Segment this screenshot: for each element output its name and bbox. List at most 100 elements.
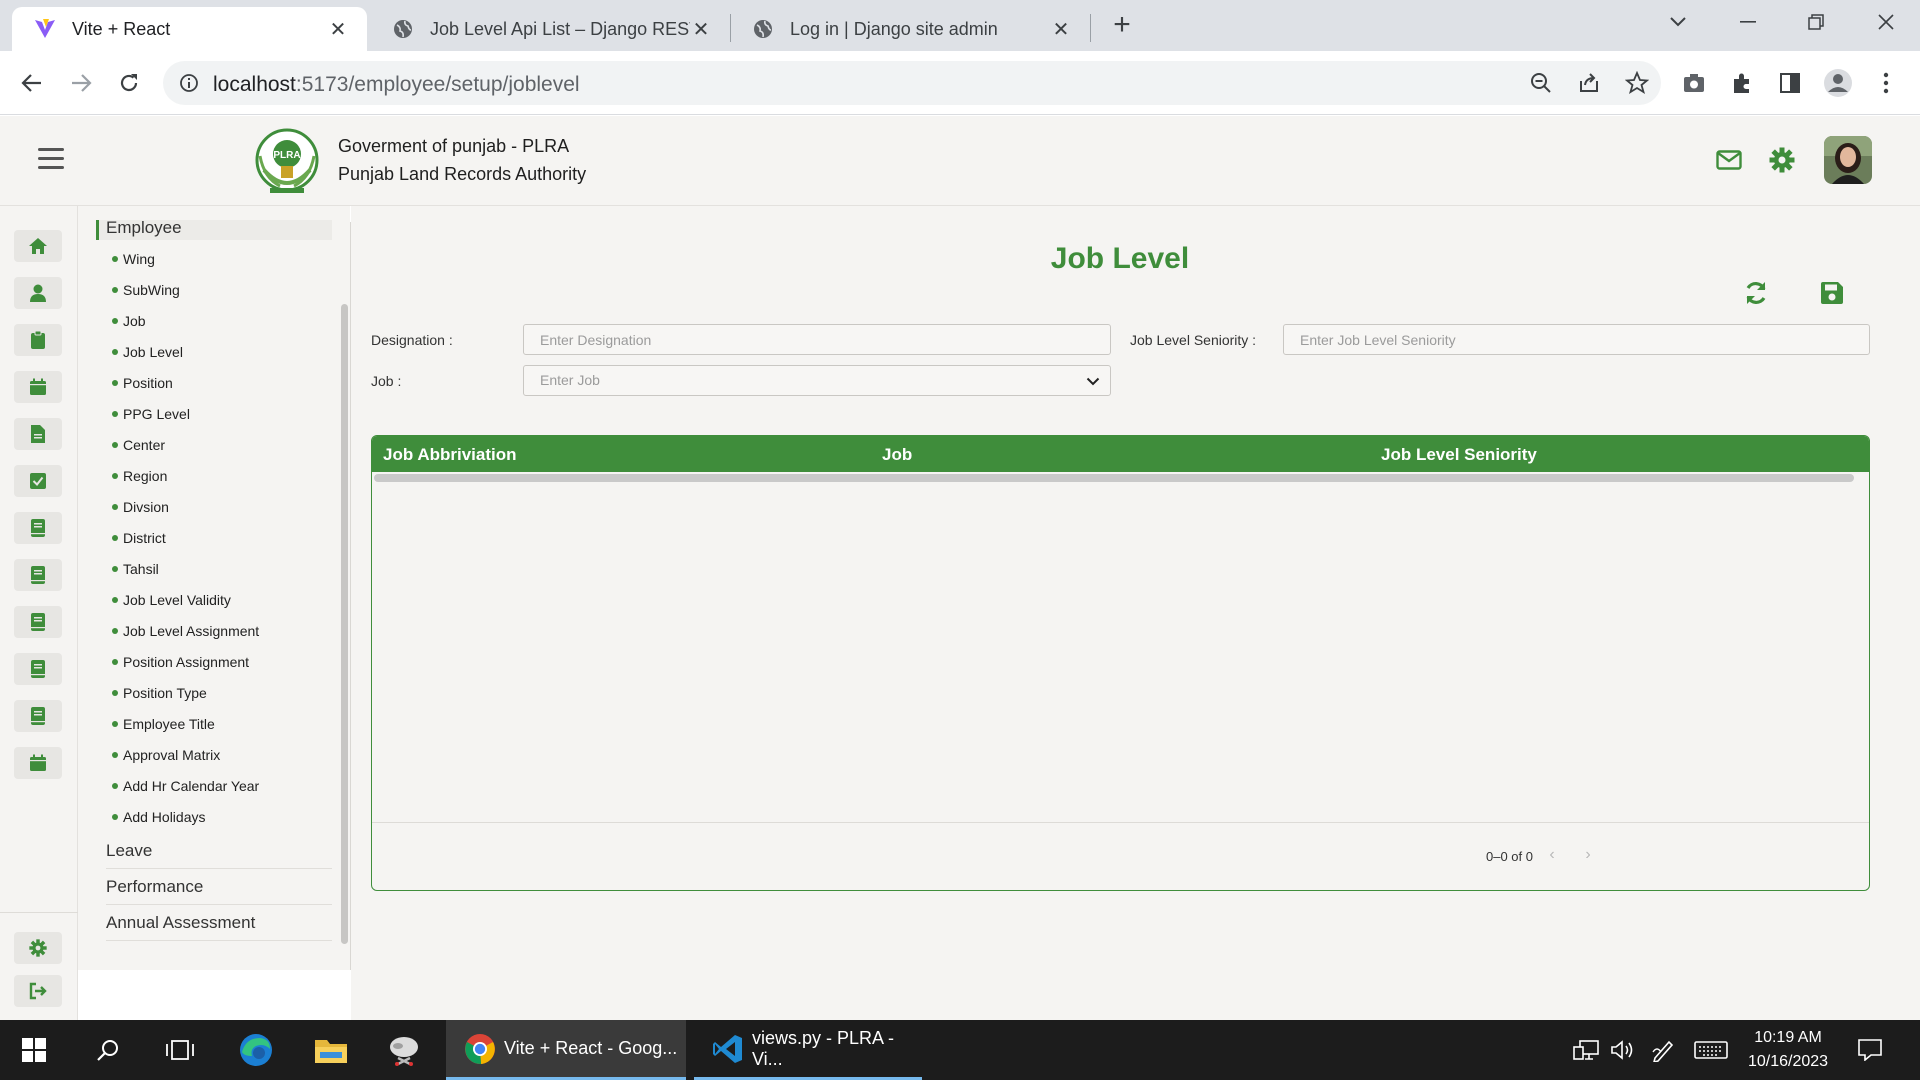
rail-check-square-icon[interactable] [14,465,62,497]
rail-calendar-icon[interactable] [14,371,62,403]
submenu-item-district[interactable]: District [112,530,166,546]
rail-settings-icon[interactable] [14,932,62,964]
share-icon[interactable] [1577,71,1601,95]
tab-title: Vite + React [72,18,171,39]
bullet-dot [112,442,118,448]
bullet-dot [112,411,118,417]
submenu-item-position[interactable]: Position [112,375,173,391]
submenu-item-job-level-validity[interactable]: Job Level Validity [112,592,231,608]
submenu-item-wing[interactable]: Wing [112,251,155,267]
column-header-job-level-seniority[interactable]: Job Level Seniority [1381,445,1537,465]
submenu-item-employee-title[interactable]: Employee Title [112,716,215,732]
refresh-icon[interactable] [1741,278,1771,308]
submenu-item-label: Region [123,468,168,484]
close-tab-icon[interactable]: ✕ [327,18,349,41]
rail-logout-icon[interactable] [14,975,62,1007]
url-path: :5173/employee/setup/joblevel [295,73,580,96]
site-info-icon[interactable] [179,73,199,93]
rail-book-icon[interactable] [14,559,62,591]
reload-icon[interactable] [113,67,145,99]
rail-book-icon[interactable] [14,512,62,544]
menu-section-performance[interactable]: Performance [106,869,332,905]
new-tab-plus-icon[interactable]: + [1108,10,1136,40]
side-menu-scrollbar[interactable] [341,304,348,944]
tab-search-chevron-icon[interactable] [1658,8,1698,36]
submenu-item-ppg-level[interactable]: PPG Level [112,406,190,422]
browser-tab-django-rest[interactable]: Job Level Api List – Django REST ✕ [370,7,730,51]
submenu-item-subwing[interactable]: SubWing [112,282,180,298]
windows-start-icon[interactable] [22,1020,48,1080]
task-view-icon[interactable] [164,1020,196,1080]
column-header-job[interactable]: Job [882,445,912,465]
system-clock[interactable]: 10:19 AM 10/16/2023 [1738,1026,1838,1074]
next-page-icon[interactable]: › [1578,845,1598,865]
menu-section-annual-assessment[interactable]: Annual Assessment [106,905,332,941]
taskbar-app-vscode[interactable]: views.py - PLRA - Vi... [694,1020,922,1080]
submenu-item-job[interactable]: Job [112,313,146,329]
browser-tab-vite[interactable]: Vite + React ✕ [12,7,367,51]
pen-icon[interactable] [1651,1020,1677,1080]
submenu-item-center[interactable]: Center [112,437,165,453]
minimize-icon[interactable] [1728,8,1768,36]
edge-browser-icon[interactable] [238,1020,276,1080]
submenu-item-region[interactable]: Region [112,468,167,484]
rail-home-icon[interactable] [14,230,62,262]
rail-book-icon[interactable] [14,606,62,638]
rail-user-icon[interactable] [14,277,62,309]
taskbar-app-chrome[interactable]: Vite + React - Goog... [446,1020,686,1080]
save-icon[interactable] [1817,278,1847,308]
side-panel-icon[interactable] [1774,67,1806,99]
column-header-job-abbriviation[interactable]: Job Abbriviation [383,445,517,465]
menu-section-label: Leave [106,841,153,860]
rail-book-icon[interactable] [14,700,62,732]
network-icon[interactable] [1573,1020,1599,1080]
keyboard-icon[interactable] [1694,1020,1728,1080]
menu-section-leave[interactable]: Leave [106,833,332,869]
mail-icon[interactable] [1715,146,1743,174]
forward-arrow-icon[interactable] [65,67,97,99]
address-bar[interactable]: localhost:5173/employee/setup/joblevel [163,61,1661,105]
user-avatar[interactable] [1824,136,1872,184]
submenu-item-division[interactable]: Divsion [112,499,169,515]
submenu-item-add-holidays[interactable]: Add Holidays [112,809,206,825]
profile-icon[interactable] [1822,67,1854,99]
close-tab-icon[interactable]: ✕ [1050,18,1072,41]
extensions-puzzle-icon[interactable] [1726,67,1758,99]
job-level-seniority-input[interactable] [1283,324,1870,355]
submenu-item-tahsil[interactable]: Tahsil [112,561,159,577]
previous-page-icon[interactable]: ‹ [1542,845,1562,865]
submenu-item-label: Position Type [123,685,207,701]
restore-icon[interactable] [1796,8,1836,36]
rail-calendar-icon[interactable] [14,747,62,779]
submenu-item-approval-matrix[interactable]: Approval Matrix [112,747,220,763]
job-select[interactable]: Enter Job [523,365,1111,396]
file-explorer-icon[interactable] [314,1020,350,1080]
rail-clipboard-icon[interactable] [14,324,62,356]
volume-icon[interactable] [1610,1020,1636,1080]
submenu-item-job-level[interactable]: Job Level [112,344,183,360]
notifications-icon[interactable] [1858,1020,1884,1080]
back-arrow-icon[interactable] [16,67,48,99]
rail-document-icon[interactable] [14,418,62,450]
search-icon[interactable] [96,1020,122,1080]
url-text[interactable]: localhost:5173/employee/setup/joblevel [213,73,580,97]
close-window-icon[interactable] [1866,8,1906,36]
browser-tab-django-admin[interactable]: Log in | Django site admin ✕ [730,7,1090,51]
browser-menu-kebab-icon[interactable] [1870,67,1902,99]
grid-horizontal-scrollbar[interactable] [374,474,1854,482]
camera-extension-icon[interactable] [1678,67,1710,99]
gear-icon[interactable] [1768,146,1796,174]
submenu-item-position-type[interactable]: Position Type [112,685,207,701]
bookmark-star-icon[interactable] [1624,70,1650,95]
bullet-dot [112,318,118,324]
zoom-icon[interactable] [1529,71,1553,95]
rail-book-icon[interactable] [14,653,62,685]
submenu-item-job-level-assignment[interactable]: Job Level Assignment [112,623,259,639]
close-tab-icon[interactable]: ✕ [690,18,712,41]
menu-section-employee[interactable]: Employee [96,218,332,240]
hamburger-menu-icon[interactable] [38,148,64,170]
submenu-item-add-hr-calendar-year[interactable]: Add Hr Calendar Year [112,778,259,794]
designation-input[interactable] [523,324,1111,355]
submenu-item-position-assignment[interactable]: Position Assignment [112,654,249,670]
snipping-tool-icon[interactable] [386,1020,424,1080]
